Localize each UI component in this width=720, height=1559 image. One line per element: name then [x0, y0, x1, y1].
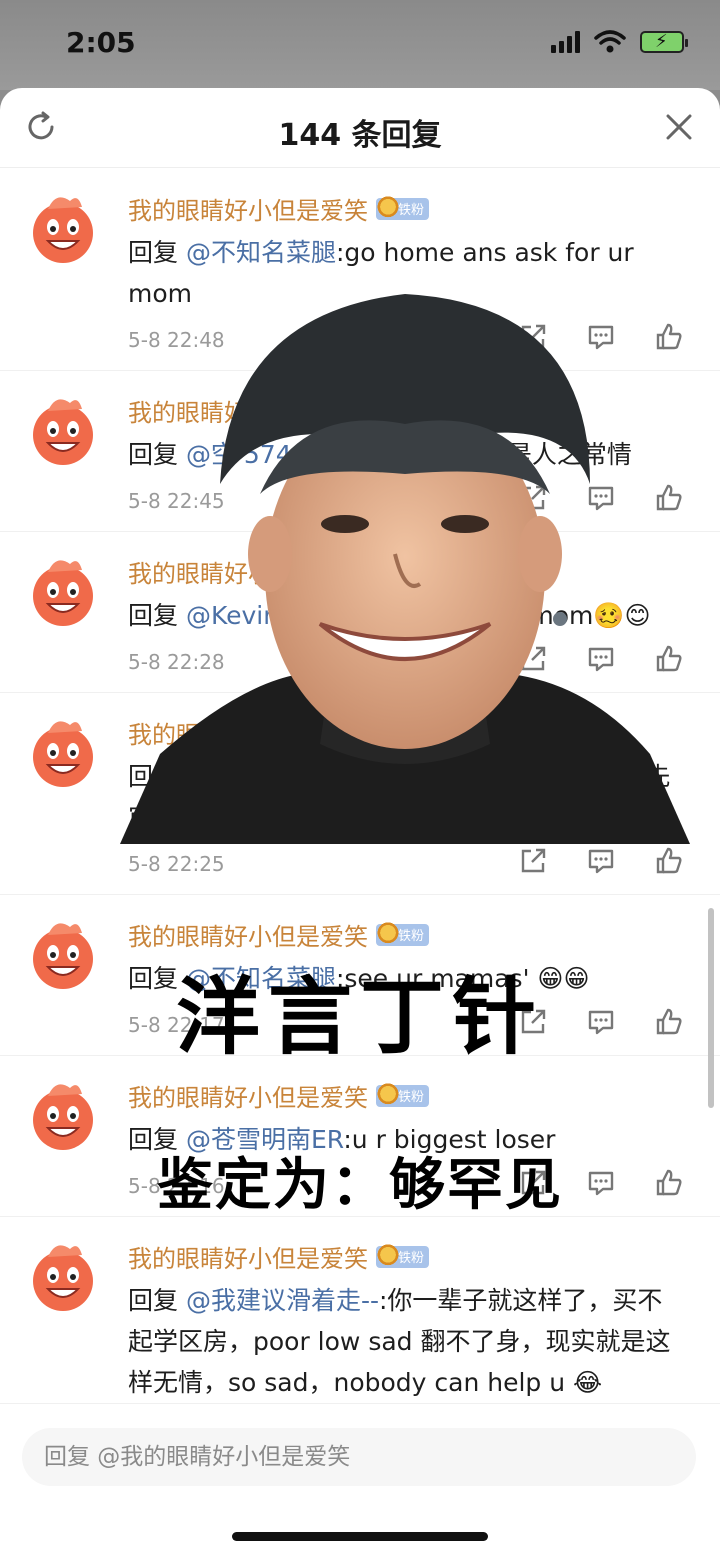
- comment-icon[interactable]: [586, 846, 616, 876]
- reply-prefix: 回复: [128, 762, 186, 791]
- reply-text: 回复 @Kevinwdy5555:ask for ur mom🥴😊: [128, 595, 684, 636]
- reply-body: :废话，喜欢帅哥是人之常情: [323, 440, 632, 469]
- avatar[interactable]: [26, 1239, 100, 1313]
- home-indicator[interactable]: [232, 1532, 488, 1541]
- fan-badge: 铁粉: [376, 558, 430, 583]
- reply-mention[interactable]: @我建议滑着走--: [186, 1286, 379, 1315]
- share-icon[interactable]: [518, 846, 548, 876]
- reply-body: :ask for ur mom🥴😊: [393, 601, 651, 630]
- fan-badge: 铁粉: [376, 195, 430, 220]
- reply-text: 回复 @我建议滑着走--:你一辈子就这样了，买不起学区房，poor low sa…: [128, 1280, 684, 1403]
- reply-author[interactable]: 我的眼睛好小但是爱笑: [128, 1239, 368, 1274]
- share-icon[interactable]: [518, 483, 548, 513]
- reply-meta: 5-8 22:25: [128, 842, 684, 894]
- comment-icon[interactable]: [586, 644, 616, 674]
- reply-meta: 5-8 22:45: [128, 479, 684, 531]
- reply-meta: 5-8 22:48: [128, 318, 684, 370]
- reply-author[interactable]: 我的眼睛好小但是爱笑: [128, 1078, 368, 1113]
- reply-header: 我的眼睛好小但是爱笑 铁粉: [128, 169, 684, 226]
- reply-header: 我的眼睛好小但是爱笑 铁粉: [128, 693, 684, 750]
- reply-actions: [518, 644, 684, 674]
- replies-sheet: 144 条回复 我的眼睛好小但是爱笑 铁粉 回复 @不知名菜腿:go home …: [0, 88, 720, 1559]
- reply-mention[interactable]: @Kevinwdy5555: [186, 601, 394, 630]
- fan-badge: 铁粉: [376, 397, 430, 422]
- reply-item: 我的眼睛好小但是爱笑 铁粉 回复 @不知名菜腿:go home ans ask …: [0, 169, 720, 371]
- comment-icon[interactable]: [586, 322, 616, 352]
- share-icon[interactable]: [518, 644, 548, 674]
- reply-item: 我的眼睛好小但是爱笑 铁粉 回复 @我建议滑着走--:你一辈子就这样了，买不起学…: [0, 1217, 720, 1404]
- reply-text: 回复 @-巴别塔的悲剧-:笑死，你嘲笑 别人之前先审视一下自己吧，loser: [128, 756, 684, 838]
- reply-time: 5-8 22:28: [128, 650, 225, 674]
- like-icon[interactable]: [654, 483, 684, 513]
- reply-header: 我的眼睛好小但是爱笑 铁粉: [128, 371, 684, 428]
- wifi-icon: [594, 30, 626, 53]
- reply-text: 回复 @不知名菜腿:go home ans ask for ur mom: [128, 232, 684, 314]
- reply-header: 我的眼睛好小但是爱笑 铁粉: [128, 532, 684, 589]
- avatar[interactable]: [26, 554, 100, 628]
- reply-prefix: 回复: [128, 440, 186, 469]
- reply-meta: 5-8 22:28: [128, 640, 684, 692]
- reply-author[interactable]: 我的眼睛好小但是爱笑: [128, 917, 368, 952]
- like-icon[interactable]: [654, 322, 684, 352]
- reply-time: 5-8 22:25: [128, 852, 225, 876]
- reply-mention[interactable]: @-巴别塔的悲剧-: [186, 762, 379, 791]
- fan-badge: 铁粉: [376, 1243, 430, 1268]
- status-bar: 2:05 ⚡: [0, 0, 720, 90]
- meme-caption-line2: 鉴定为：够罕见: [157, 1153, 563, 1218]
- share-icon[interactable]: [518, 322, 548, 352]
- like-icon[interactable]: [654, 644, 684, 674]
- meme-caption-line1: 洋言丁针: [175, 968, 544, 1066]
- reply-prefix: 回复: [128, 601, 186, 630]
- avatar[interactable]: [26, 393, 100, 467]
- page-title: 144 条回复: [278, 118, 442, 153]
- avatar[interactable]: [26, 191, 100, 265]
- reply-actions: [518, 322, 684, 352]
- reply-header: 我的眼睛好小但是爱笑 铁粉: [128, 1217, 684, 1274]
- reply-text: 回复 @空 57489:废话，喜欢帅哥是人之常情: [128, 434, 684, 475]
- reply-item: 我的眼睛好小但是爱笑 铁粉 回复 @Kevinwdy5555:ask for u…: [0, 532, 720, 693]
- like-icon[interactable]: [654, 846, 684, 876]
- reply-item: 我的眼睛好小但是爱笑 铁粉 回复 @-巴别塔的悲剧-:笑死，你嘲笑 别人之前先审…: [0, 693, 720, 895]
- reply-author[interactable]: 我的眼睛好小但是爱笑: [128, 191, 368, 226]
- reply-actions: [518, 483, 684, 513]
- reply-time: 5-8 22:45: [128, 489, 225, 513]
- reply-prefix: 回复: [128, 1286, 186, 1315]
- status-icons: ⚡: [551, 30, 688, 54]
- close-icon[interactable]: [664, 112, 694, 142]
- signal-icon: [551, 31, 580, 53]
- reply-actions: [518, 846, 684, 876]
- fan-badge: 铁粉: [376, 719, 430, 744]
- reply-prefix: 回复: [128, 238, 186, 267]
- fan-badge: 铁粉: [376, 921, 430, 946]
- reply-author[interactable]: 我的眼睛好小但是爱笑: [128, 715, 368, 750]
- reply-mention[interactable]: @空 57489: [186, 440, 323, 469]
- sheet-header: 144 条回复: [0, 88, 720, 168]
- reply-mention[interactable]: @不知名菜腿: [186, 238, 336, 267]
- reply-author[interactable]: 我的眼睛好小但是爱笑: [128, 554, 368, 589]
- reply-time: 5-8 22:48: [128, 328, 225, 352]
- status-time: 2:05: [66, 26, 136, 59]
- reply-author[interactable]: 我的眼睛好小但是爱笑: [128, 393, 368, 428]
- comment-icon[interactable]: [586, 483, 616, 513]
- battery-icon: ⚡: [640, 31, 688, 53]
- avatar[interactable]: [26, 715, 100, 789]
- reply-input[interactable]: 回复 @我的眼睛好小但是爱笑: [22, 1428, 696, 1486]
- reply-item: 我的眼睛好小但是爱笑 铁粉 回复 @空 57489:废话，喜欢帅哥是人之常情 5…: [0, 371, 720, 532]
- reply-header: 我的眼睛好小但是爱笑 铁粉: [128, 895, 684, 952]
- fan-badge: 铁粉: [376, 1082, 430, 1107]
